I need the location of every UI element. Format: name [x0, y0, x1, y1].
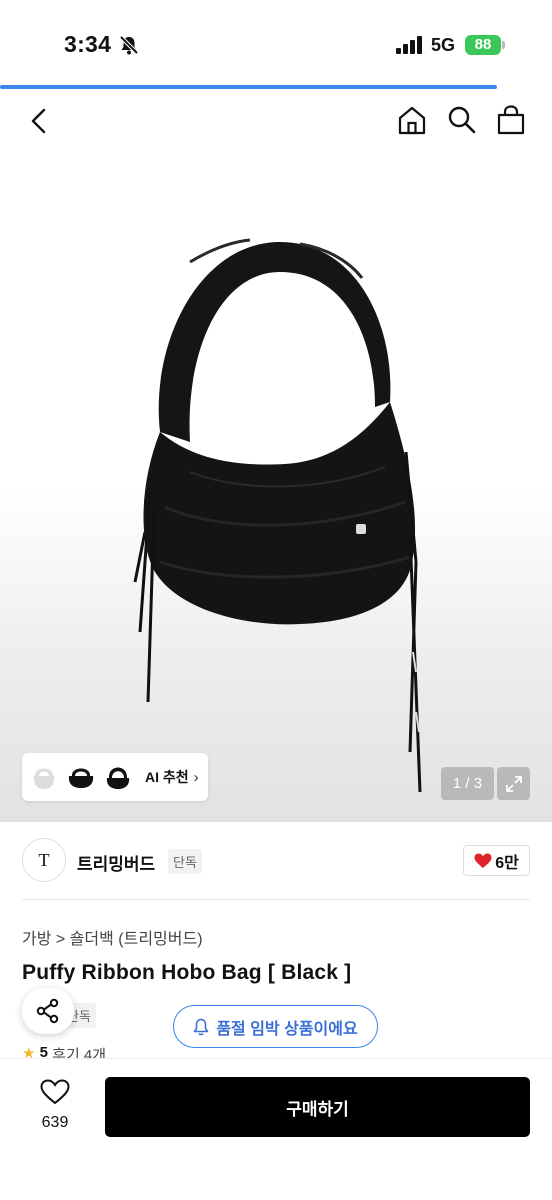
category-breadcrumb[interactable]: 가방 > 숄더백 (트리밍버드): [22, 925, 203, 949]
ai-recommend-label: AI 추천: [145, 769, 189, 785]
bell-mute-icon: [119, 35, 139, 55]
product-title: Puffy Ribbon Hobo Bag [ Black ]: [22, 961, 352, 984]
heart-filled-icon: [474, 853, 492, 868]
rating-value: 5: [39, 1044, 48, 1058]
shop-like-button[interactable]: 6만: [463, 845, 530, 876]
network-type: 5G: [431, 35, 456, 55]
shop-logo[interactable]: T: [22, 838, 66, 882]
ai-recommend-bar[interactable]: AI 추천 ›: [22, 753, 208, 801]
shop-exclusive-badge: 단독: [168, 849, 202, 874]
wishlist-count: 639: [41, 1114, 69, 1131]
soldout-soon-notice[interactable]: 품절 임박 상품이에요: [173, 1005, 378, 1048]
bottom-action-bar: 639 구매하기: [0, 1058, 552, 1200]
soldout-soon-text: 품절 임박 상품이에요: [216, 1020, 358, 1038]
product-image-gallery[interactable]: AI 추천 › 1 / 3: [0, 152, 552, 822]
share-icon: [36, 998, 59, 1024]
signal-icon: [396, 36, 422, 54]
status-bar: 3:34 5G 88: [0, 0, 552, 86]
image-page-indicator: 1 / 3: [441, 767, 494, 800]
battery-icon: [502, 41, 505, 49]
rating-row[interactable]: ★ 5 후기 4개: [22, 1044, 106, 1058]
wishlist-button[interactable]: 639: [28, 1079, 82, 1139]
heart-outline-icon: [40, 1079, 70, 1105]
expand-image-button[interactable]: [497, 767, 530, 800]
expand-icon: [505, 775, 522, 792]
shop-info-row[interactable]: T 트리밍버드 단독 6만: [22, 838, 530, 884]
star-icon: ★: [22, 1045, 36, 1058]
page-load-progress: [0, 85, 497, 89]
shopping-bag-icon[interactable]: [496, 104, 526, 136]
back-icon[interactable]: [24, 106, 54, 136]
product-image: [133, 238, 422, 793]
status-time: 3:34: [64, 31, 112, 57]
share-button[interactable]: [22, 988, 74, 1034]
chevron-right-icon: ›: [193, 768, 199, 786]
buy-button[interactable]: 구매하기: [105, 1077, 530, 1137]
top-nav: [0, 90, 552, 152]
thumbnail-black-bag-2[interactable]: [100, 757, 135, 797]
shop-name[interactable]: 트리밍버드: [77, 850, 155, 875]
thumbnail-black-bag-1[interactable]: [63, 757, 98, 797]
battery-level: 88: [465, 35, 501, 55]
review-count: 후기 4개: [52, 1047, 107, 1058]
bell-icon: [194, 1018, 209, 1035]
thumbnail-white-bag[interactable]: [26, 757, 61, 797]
search-icon[interactable]: [446, 104, 478, 136]
home-icon[interactable]: [396, 104, 428, 136]
divider: [22, 899, 530, 900]
shop-like-count: 6만: [495, 854, 519, 872]
